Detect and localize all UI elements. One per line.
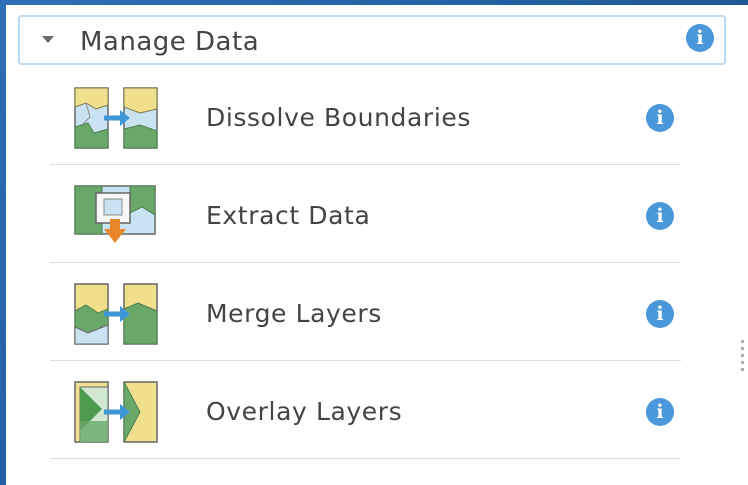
tool-row-dissolve-boundaries[interactable]: Dissolve Boundaries i [50, 67, 681, 165]
panel-resize-handle[interactable] [741, 340, 745, 380]
info-icon[interactable]: i [686, 24, 714, 52]
chevron-down-icon[interactable] [42, 36, 54, 43]
analysis-panel: Manage Data i Dissolve Boundaries i Extr… [6, 5, 748, 485]
tool-row-extract-data[interactable]: Extract Data i [50, 165, 681, 263]
info-icon[interactable]: i [646, 104, 674, 132]
tool-row-merge-layers[interactable]: Merge Layers i [50, 263, 681, 361]
tool-row-overlay-layers[interactable]: Overlay Layers i [50, 361, 681, 459]
tool-label: Merge Layers [206, 299, 382, 328]
info-icon[interactable]: i [646, 300, 674, 328]
tool-label: Dissolve Boundaries [206, 103, 471, 132]
dissolve-boundaries-icon [74, 87, 158, 149]
extract-data-icon [74, 185, 156, 243]
info-icon[interactable]: i [646, 398, 674, 426]
manage-data-header[interactable]: Manage Data i [18, 15, 726, 65]
info-icon[interactable]: i [646, 202, 674, 230]
tool-label: Overlay Layers [206, 397, 403, 426]
section-title: Manage Data [80, 27, 260, 57]
merge-layers-icon [74, 283, 158, 345]
tool-label: Extract Data [206, 201, 371, 230]
overlay-layers-icon [74, 381, 158, 443]
